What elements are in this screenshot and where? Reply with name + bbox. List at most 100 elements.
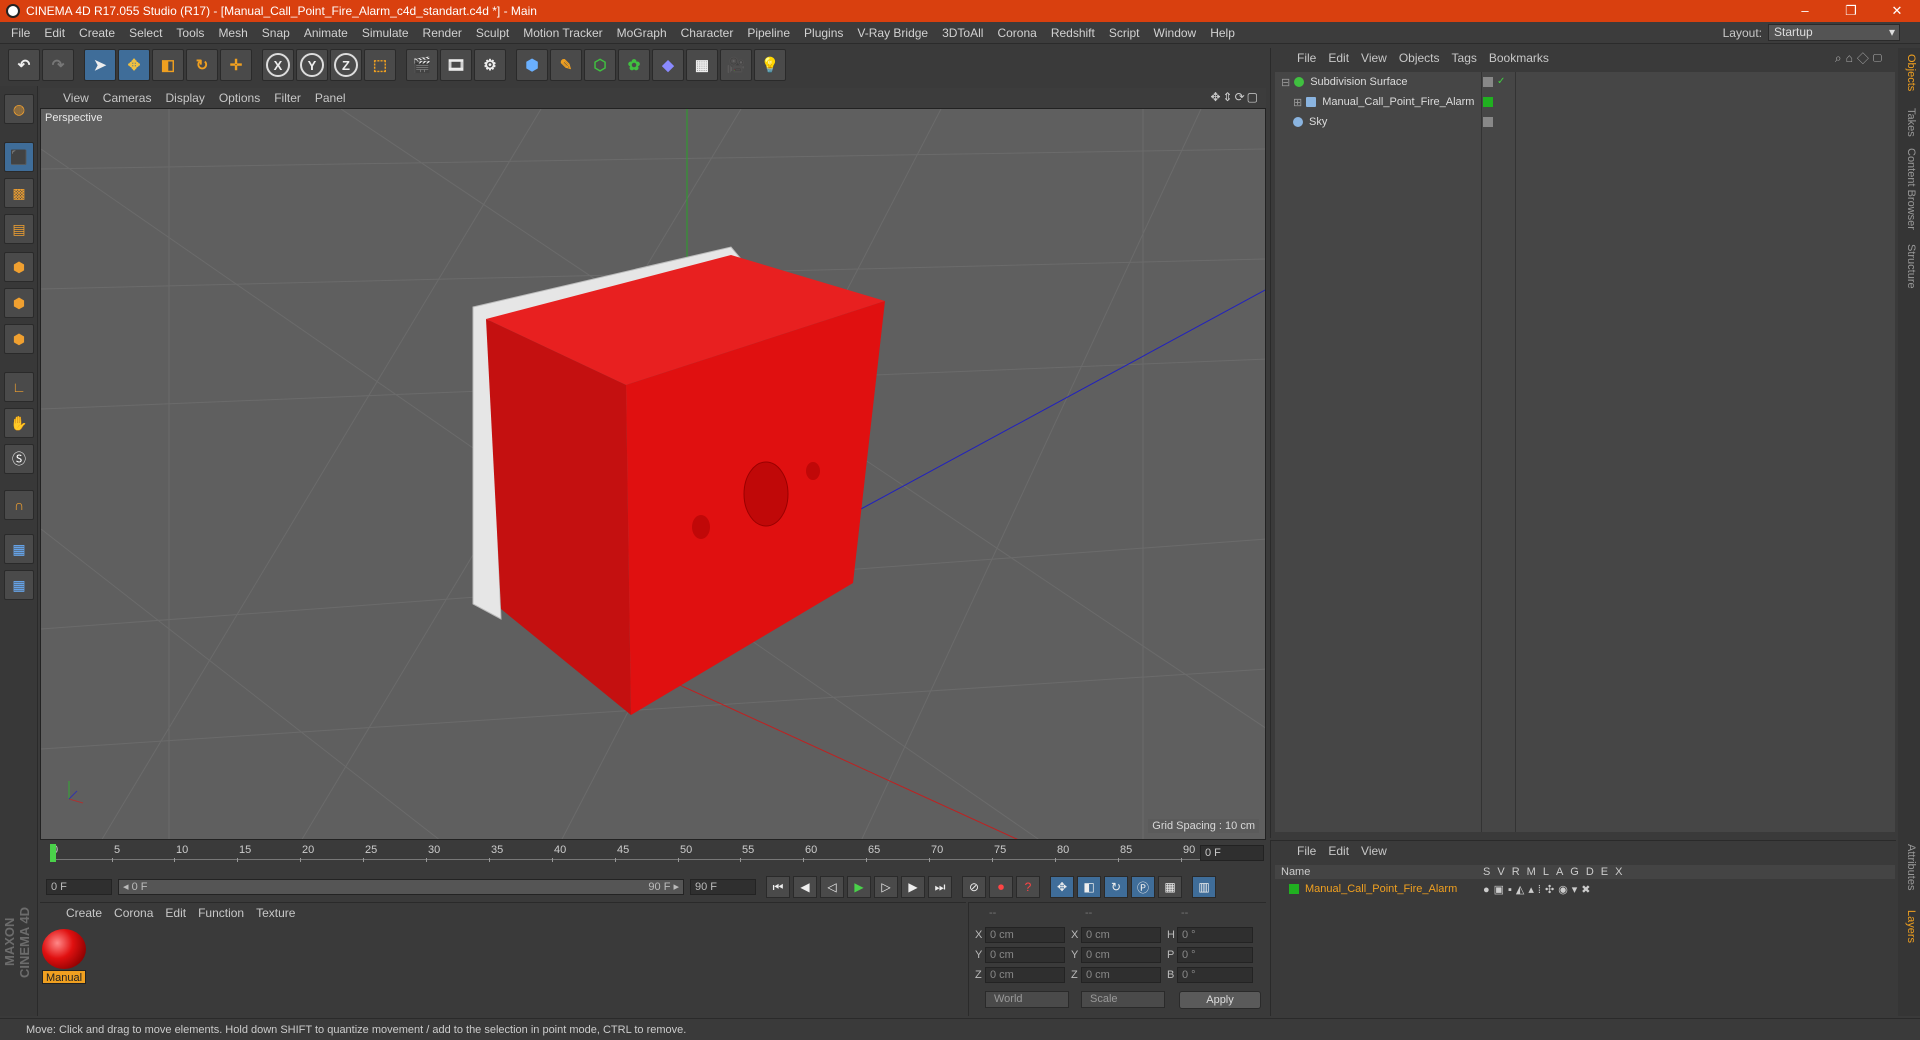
pen-spline-icon[interactable]: ✎ [550,49,582,81]
deformer-icon[interactable]: ◆ [652,49,684,81]
viewport-nav-icons[interactable]: ✥⇕⟳▢ [1210,90,1260,104]
start-frame-field[interactable]: 0 F [46,879,112,895]
keyframe-selection-icon[interactable]: ? [1016,876,1040,898]
tweak-mode-icon[interactable]: ✋ [4,408,34,438]
viewport-menu-options[interactable]: Options [212,91,267,105]
viewport-menu-cameras[interactable]: Cameras [96,91,159,105]
next-frame-icon[interactable]: ▷ [874,876,898,898]
live-selection-icon[interactable]: ✛ [220,49,252,81]
layer-row[interactable]: Manual_Call_Point_Fire_Alarm ●▣▪◭▴⁞✣◉▾✖ [1275,881,1895,897]
om-toolbar-icons[interactable]: ⌕⌂◇▢ [1829,51,1892,66]
tab-content-browser[interactable]: Content Browser [1901,148,1917,230]
texture-mode-icon[interactable]: ▩ [4,178,34,208]
cube-object-icon[interactable]: ⬢ [516,49,548,81]
light-icon[interactable]: 💡 [754,49,786,81]
next-key-icon[interactable]: ▶ [901,876,925,898]
om-menu-tags[interactable]: Tags [1446,51,1483,65]
menu-file[interactable]: File [4,26,37,40]
menu-help[interactable]: Help [1203,26,1242,40]
tab-structure[interactable]: Structure [1901,244,1917,289]
layer-flag-icons[interactable]: ●▣▪◭▴⁞✣◉▾✖ [1483,883,1595,896]
tab-takes[interactable]: Takes [1901,108,1917,137]
size-y-field[interactable]: 0 cm [1081,947,1161,963]
menu-script[interactable]: Script [1102,26,1147,40]
layer-swatch-icon[interactable] [1483,117,1493,127]
go-to-start-icon[interactable]: ⏮ [766,876,790,898]
position-y-field[interactable]: 0 cm [985,947,1065,963]
select-arrow-icon[interactable]: ➤ [84,49,116,81]
render-settings-icon[interactable]: ⚙ [474,49,506,81]
material-menu-function[interactable]: Function [192,906,250,920]
rotation-h-field[interactable]: 0 ° [1177,927,1253,943]
menu-animate[interactable]: Animate [297,26,355,40]
menu-create[interactable]: Create [72,26,122,40]
position-z-field[interactable]: 0 cm [985,967,1065,983]
expand-icon[interactable]: ⊞ [1293,96,1302,109]
polygons-mode-icon[interactable]: ⬢ [4,324,34,354]
edges-mode-icon[interactable]: ⬢ [4,288,34,318]
layer-name[interactable]: Manual_Call_Point_Fire_Alarm [1305,883,1457,895]
menu-mesh[interactable]: Mesh [211,26,254,40]
layer-swatch-icon[interactable] [1483,97,1493,107]
perspective-viewport[interactable]: Perspective Grid Spacing : 10 cm [40,108,1266,840]
menu-tools[interactable]: Tools [169,26,211,40]
key-rotation-icon[interactable]: ↻ [1104,876,1128,898]
menu-plugins[interactable]: Plugins [797,26,850,40]
menu-sculpt[interactable]: Sculpt [469,26,516,40]
snap-icon[interactable]: Ⓢ [4,444,34,474]
viewport-menu-filter[interactable]: Filter [267,91,308,105]
rotation-p-field[interactable]: 0 ° [1177,947,1253,963]
material-name-label[interactable]: Manual [42,970,86,984]
object-row-fire-alarm[interactable]: ⊞ Manual_Call_Point_Fire_Alarm [1275,92,1895,112]
layer-swatch-icon[interactable] [1483,77,1493,87]
autokey-icon[interactable]: ⏺ [989,876,1013,898]
close-button[interactable]: ✕ [1874,0,1920,22]
minimize-button[interactable]: – [1782,0,1828,22]
key-parameter-icon[interactable]: Ⓟ [1131,876,1155,898]
frame-range-slider[interactable]: ◂ 0 F 90 F ▸ [118,879,684,895]
size-x-field[interactable]: 0 cm [1081,927,1161,943]
timeline-ruler[interactable]: 0 5 10 15 20 25 30 35 40 45 50 55 60 65 … [49,844,1200,862]
render-picture-viewer-icon[interactable]: 🎞 [440,49,472,81]
timeline-playhead[interactable] [50,844,56,862]
axis-mode-icon[interactable]: ∟ [4,372,34,402]
collapse-icon[interactable]: ⊟ [1281,76,1290,89]
key-pla-icon[interactable]: ▦ [1158,876,1182,898]
cloner-icon[interactable]: ✿ [618,49,650,81]
transform-mode-dropdown[interactable]: Scale [1081,991,1165,1008]
position-x-field[interactable]: 0 cm [985,927,1065,943]
object-row-subdivision[interactable]: ⊟ Subdivision Surface ✓ [1275,72,1895,92]
viewport-menu-panel[interactable]: Panel [308,91,353,105]
end-frame-field[interactable]: 90 F [690,879,756,895]
enabled-check-icon[interactable]: ✓ [1497,77,1505,87]
om-menu-view[interactable]: View [1355,51,1393,65]
coordinate-mode-dropdown[interactable]: World [985,991,1069,1008]
coordinate-system-icon[interactable]: ⬚ [364,49,396,81]
axis-x-lock[interactable]: X [262,49,294,81]
maximize-button[interactable]: ❐ [1828,0,1874,22]
menu-pipeline[interactable]: Pipeline [740,26,797,40]
menu-render[interactable]: Render [416,26,469,40]
om-menu-bookmarks[interactable]: Bookmarks [1483,51,1555,65]
axis-y-lock[interactable]: Y [296,49,328,81]
undo-icon[interactable]: ↶ [8,49,40,81]
tab-objects[interactable]: Objects [1901,54,1917,91]
menu-window[interactable]: Window [1147,26,1204,40]
make-editable-icon[interactable]: ◍ [4,94,34,124]
material-menu-corona[interactable]: Corona [108,906,159,920]
subdivision-icon[interactable]: ⬡ [584,49,616,81]
menu-character[interactable]: Character [674,26,741,40]
om-menu-objects[interactable]: Objects [1393,51,1446,65]
apply-button[interactable]: Apply [1179,991,1261,1009]
material-menu-create[interactable]: Create [60,906,108,920]
go-to-end-icon[interactable]: ⏭ [928,876,952,898]
key-scale-icon[interactable]: ◧ [1077,876,1101,898]
size-z-field[interactable]: 0 cm [1081,967,1161,983]
lm-menu-view[interactable]: View [1355,844,1393,858]
menu-corona[interactable]: Corona [990,26,1043,40]
menu-simulate[interactable]: Simulate [355,26,416,40]
move-tool-icon[interactable]: ✥ [118,49,150,81]
render-view-icon[interactable]: 🎬 [406,49,438,81]
viewport-menu-view[interactable]: View [56,91,96,105]
menu-edit[interactable]: Edit [37,26,72,40]
